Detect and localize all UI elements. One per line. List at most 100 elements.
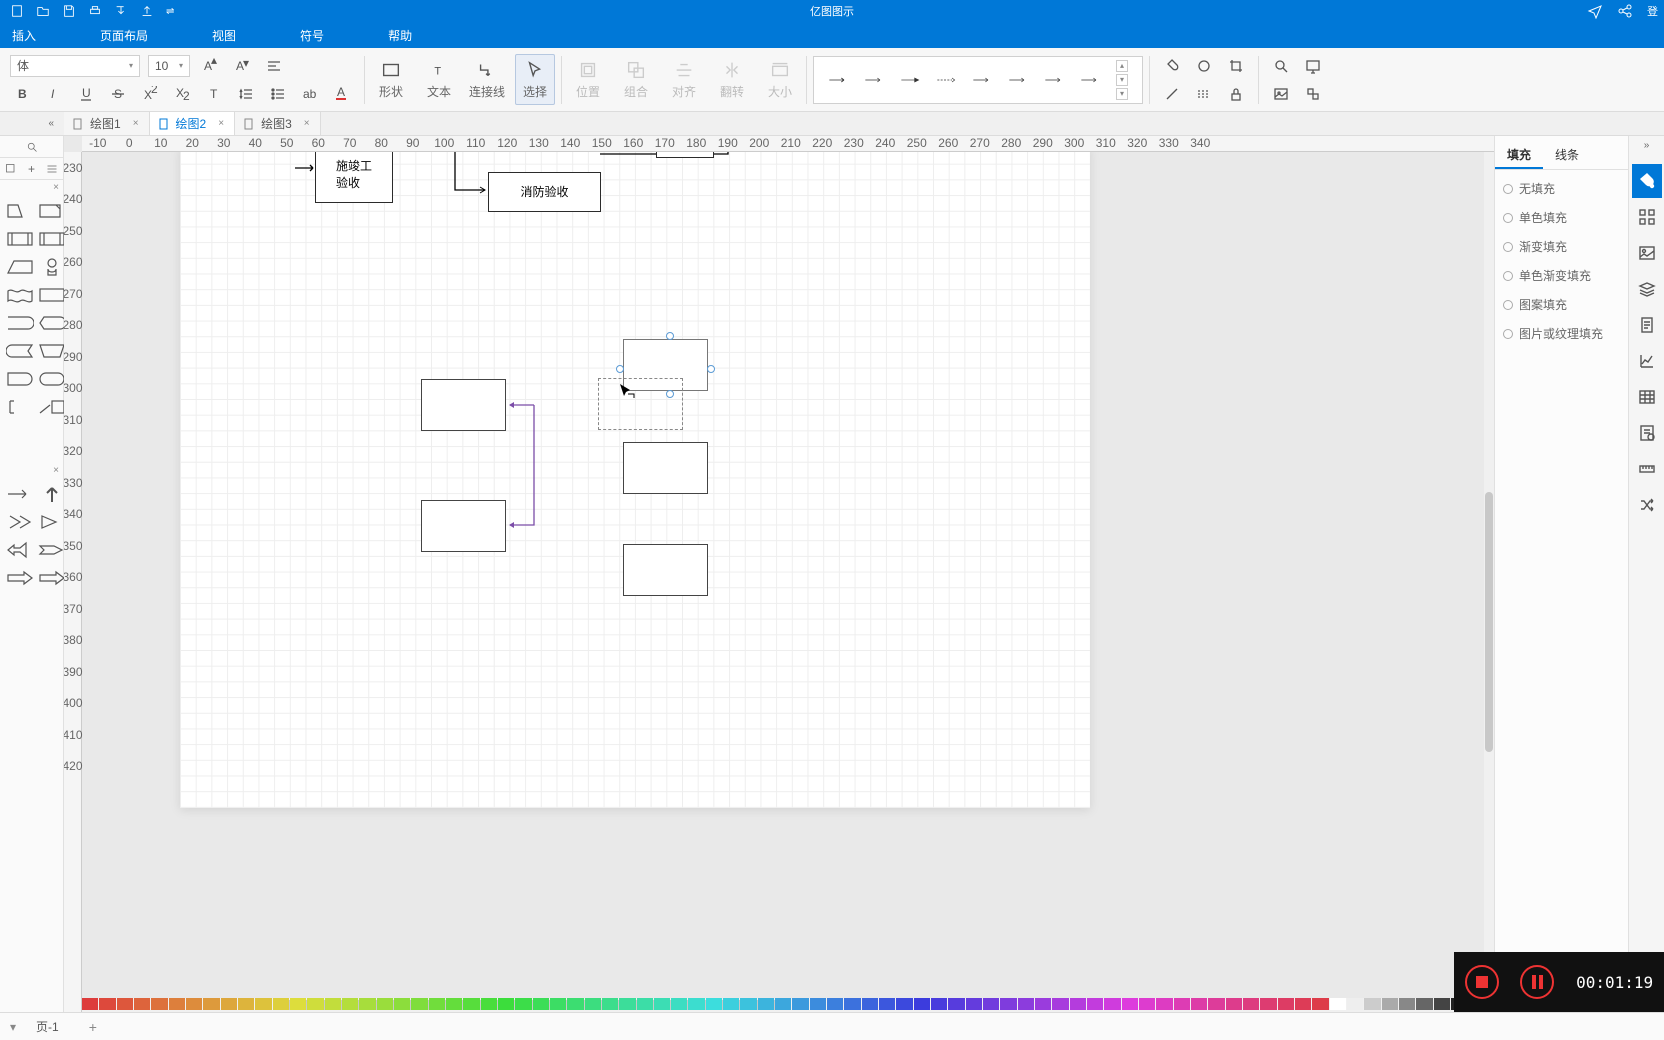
color-swatch[interactable] <box>238 998 254 1010</box>
doc-tab-1[interactable]: 绘图1× <box>64 112 150 135</box>
close-icon[interactable]: × <box>218 118 224 129</box>
color-swatch[interactable] <box>1312 998 1328 1010</box>
color-swatch[interactable] <box>1087 998 1103 1010</box>
color-swatch[interactable] <box>896 998 912 1010</box>
bullets-icon[interactable] <box>266 83 290 105</box>
underline-icon[interactable]: U <box>74 83 98 105</box>
canvas[interactable]: 施竣工 验收 消防验收 <box>82 152 1494 994</box>
shape-annotation[interactable] <box>38 395 66 419</box>
color-swatch[interactable] <box>1278 998 1294 1010</box>
open-icon[interactable] <box>36 4 50 18</box>
color-swatch[interactable] <box>117 998 133 1010</box>
color-swatch[interactable] <box>550 998 566 1010</box>
shape-input[interactable] <box>6 255 34 279</box>
group-icon[interactable] <box>1301 83 1325 105</box>
close-section-icon[interactable]: × <box>0 463 63 478</box>
add-page-icon[interactable]: + <box>89 1019 97 1035</box>
stop-recording-button[interactable] <box>1465 965 1499 999</box>
chart-panel-icon[interactable] <box>1632 344 1662 378</box>
color-swatch[interactable] <box>203 998 219 1010</box>
fill-option[interactable]: 渐变填充 <box>1503 238 1620 255</box>
fill-option[interactable]: 图片或纹理填充 <box>1503 325 1620 342</box>
color-swatch[interactable] <box>1139 998 1155 1010</box>
fill-option[interactable]: 无填充 <box>1503 180 1620 197</box>
font-family-select[interactable]: 体▾ <box>10 55 140 77</box>
color-swatch[interactable] <box>411 998 427 1010</box>
italic-icon[interactable]: I <box>42 83 66 105</box>
quick-color-bar[interactable] <box>82 998 1484 1010</box>
text-tool[interactable]: T文本 <box>419 55 459 104</box>
color-swatch[interactable] <box>948 998 964 1010</box>
image-panel-icon[interactable] <box>1632 236 1662 270</box>
color-swatch[interactable] <box>1174 998 1190 1010</box>
color-swatch[interactable] <box>879 998 895 1010</box>
add-library-icon[interactable] <box>5 163 17 175</box>
current-page[interactable]: 页-1 <box>36 1018 59 1035</box>
shuffle-panel-icon[interactable] <box>1632 488 1662 522</box>
shape-arrow-chevron[interactable] <box>6 510 34 534</box>
shadow-dropdown[interactable] <box>1192 55 1216 77</box>
shape-tape[interactable] <box>6 283 34 307</box>
doc-tab-3[interactable]: 绘图3× <box>235 112 321 135</box>
menu-help[interactable]: 帮助 <box>384 27 416 44</box>
color-swatch[interactable] <box>394 998 410 1010</box>
shape-arrow-outline[interactable] <box>38 566 66 590</box>
shape-card[interactable] <box>38 199 66 223</box>
line-dropdown[interactable] <box>1160 83 1184 105</box>
line-tab[interactable]: 线条 <box>1543 142 1591 169</box>
color-swatch[interactable] <box>1000 998 1016 1010</box>
shape-arrow-notch[interactable] <box>38 538 66 562</box>
select-tool[interactable]: 选择 <box>515 54 555 105</box>
table-panel-icon[interactable] <box>1632 380 1662 414</box>
color-swatch[interactable] <box>983 998 999 1010</box>
shape-arrow-up[interactable] <box>38 482 66 506</box>
export-icon[interactable] <box>114 4 128 18</box>
layout-panel-icon[interactable] <box>1632 200 1662 234</box>
color-swatch[interactable] <box>307 998 323 1010</box>
color-swatch[interactable] <box>1364 998 1380 1010</box>
color-swatch[interactable] <box>99 998 115 1010</box>
close-icon[interactable]: × <box>304 118 310 129</box>
menu-symbol[interactable]: 符号 <box>296 27 328 44</box>
color-swatch[interactable] <box>602 998 618 1010</box>
color-swatch[interactable] <box>1122 998 1138 1010</box>
shape-tool[interactable]: 形状 <box>371 55 411 104</box>
color-swatch[interactable] <box>1208 998 1224 1010</box>
fill-tab[interactable]: 填充 <box>1495 142 1543 169</box>
flowchart-box[interactable] <box>623 442 708 494</box>
color-swatch[interactable] <box>637 998 653 1010</box>
color-swatch[interactable] <box>169 998 185 1010</box>
color-swatch[interactable] <box>1070 998 1086 1010</box>
color-swatch[interactable] <box>1330 998 1346 1010</box>
color-swatch[interactable] <box>446 998 462 1010</box>
color-swatch[interactable] <box>221 998 237 1010</box>
close-section-icon[interactable]: × <box>0 180 63 195</box>
shrink-font-icon[interactable]: A▾ <box>230 55 254 77</box>
history-panel-icon[interactable] <box>1632 416 1662 450</box>
color-swatch[interactable] <box>82 998 98 1010</box>
color-swatch[interactable] <box>1018 998 1034 1010</box>
color-swatch[interactable] <box>1347 998 1363 1010</box>
color-swatch[interactable] <box>1226 998 1242 1010</box>
flowchart-box[interactable] <box>421 379 506 431</box>
page-panel-icon[interactable] <box>1632 308 1662 342</box>
color-swatch[interactable] <box>671 998 687 1010</box>
color-swatch[interactable] <box>1295 998 1311 1010</box>
flowchart-box[interactable]: 消防验收 <box>488 172 601 212</box>
menu-insert[interactable]: 插入 <box>8 27 40 44</box>
color-swatch[interactable] <box>515 998 531 1010</box>
color-swatch[interactable] <box>844 998 860 1010</box>
qat-more-icon[interactable]: ⇌ <box>166 6 174 17</box>
collapse-left-icon[interactable]: « <box>0 112 64 135</box>
crop-dropdown[interactable] <box>1224 55 1248 77</box>
menu-view[interactable]: 视图 <box>208 27 240 44</box>
color-swatch[interactable] <box>810 998 826 1010</box>
color-swatch[interactable] <box>862 998 878 1010</box>
color-swatch[interactable] <box>706 998 722 1010</box>
close-icon[interactable]: × <box>133 118 139 129</box>
color-swatch[interactable] <box>827 998 843 1010</box>
shape-manual[interactable] <box>38 339 66 363</box>
color-swatch[interactable] <box>151 998 167 1010</box>
color-swatch[interactable] <box>688 998 704 1010</box>
color-swatch[interactable] <box>723 998 739 1010</box>
